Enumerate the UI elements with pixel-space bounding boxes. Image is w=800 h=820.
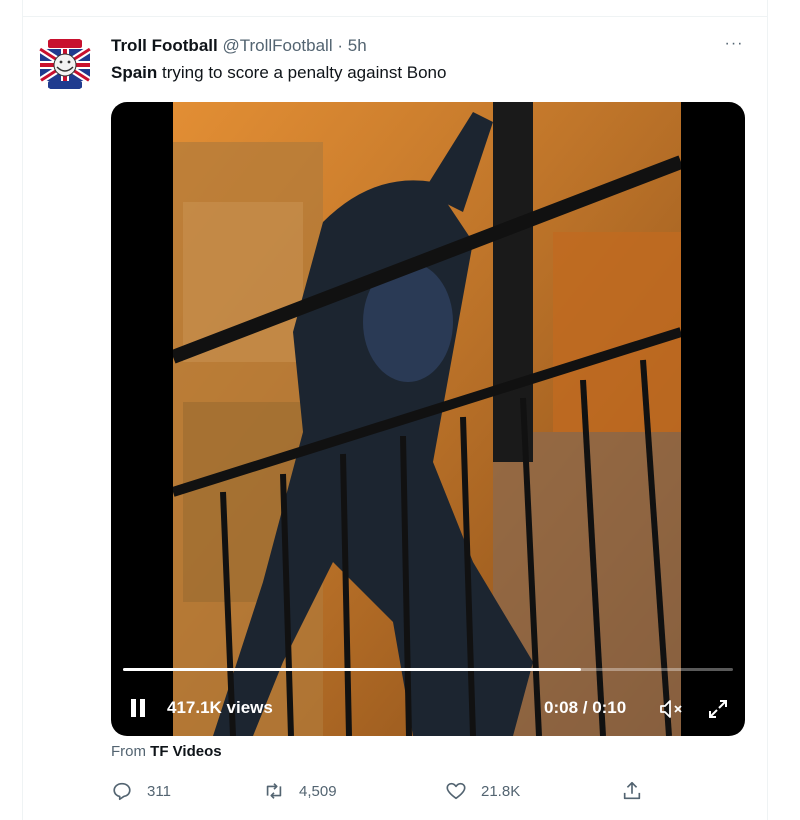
source-name[interactable]: TF Videos bbox=[150, 743, 221, 760]
separator: · bbox=[337, 36, 344, 55]
heart-icon bbox=[446, 782, 466, 800]
tweet-text-bold: Spain bbox=[111, 63, 158, 82]
author-name[interactable]: Troll Football bbox=[111, 36, 218, 55]
video-timecode: 0:08 / 0:10 bbox=[544, 698, 627, 717]
share-button[interactable] bbox=[621, 778, 643, 804]
source-attribution: From TF Videos bbox=[111, 743, 222, 760]
retweet-count: 4,509 bbox=[299, 782, 337, 800]
video-player[interactable]: 417.1K views 0:08 / 0:10 bbox=[111, 102, 745, 736]
reply-count: 311 bbox=[147, 782, 171, 800]
like-count: 21.8K bbox=[481, 782, 521, 800]
view-count: 417.1K views bbox=[167, 698, 273, 717]
tweet-header: Troll Football @TrollFootball · 5h bbox=[111, 36, 367, 56]
retweet-icon bbox=[266, 783, 282, 799]
avatar-image bbox=[36, 35, 94, 93]
reply-button[interactable]: 311 bbox=[111, 778, 171, 804]
author-handle[interactable]: @TrollFootball bbox=[222, 36, 332, 55]
divider bbox=[22, 16, 768, 17]
retweet-button[interactable]: 4,509 bbox=[263, 778, 337, 804]
volume-muted-icon[interactable] bbox=[659, 698, 685, 720]
video-progress-bar[interactable] bbox=[123, 668, 733, 671]
expand-icon[interactable] bbox=[705, 696, 731, 722]
reply-icon bbox=[113, 782, 131, 801]
pause-icon[interactable] bbox=[129, 697, 149, 719]
avatar[interactable] bbox=[36, 35, 94, 93]
more-icon[interactable]: ··· bbox=[720, 36, 748, 56]
video-frame bbox=[173, 102, 681, 736]
source-prefix: From bbox=[111, 743, 151, 760]
video-progress-fill bbox=[123, 668, 581, 671]
action-bar: 311 4,509 21.8K bbox=[111, 778, 751, 804]
share-icon bbox=[623, 781, 641, 800]
like-button[interactable]: 21.8K bbox=[445, 778, 520, 804]
tweet-time[interactable]: 5h bbox=[348, 36, 367, 55]
tweet-text-rest: trying to score a penalty against Bono bbox=[157, 63, 447, 82]
tweet-text: Spain trying to score a penalty against … bbox=[111, 63, 446, 83]
